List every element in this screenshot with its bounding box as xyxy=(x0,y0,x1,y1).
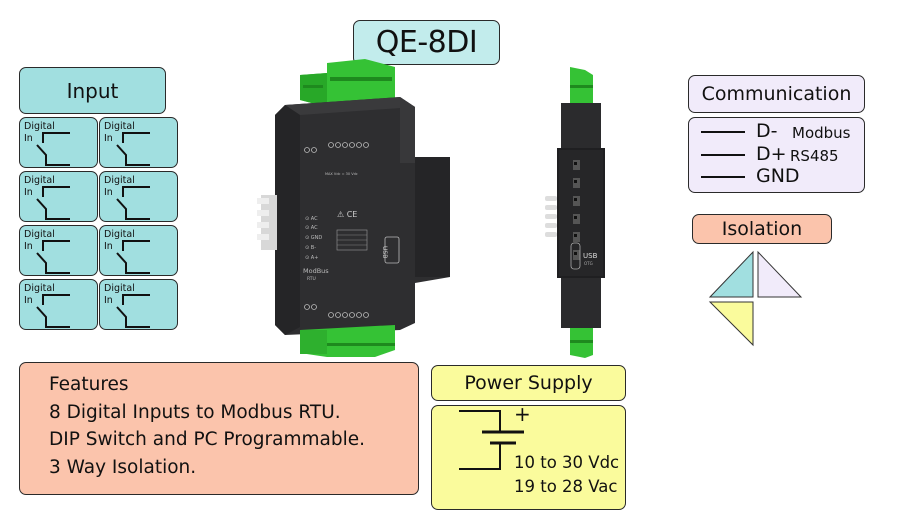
protocol-modbus: Modbus xyxy=(792,124,851,142)
device-body xyxy=(275,97,450,335)
side-top-terminal xyxy=(570,67,593,103)
wire-d-plus xyxy=(701,154,745,156)
switch-symbol-icon xyxy=(116,186,150,220)
communication-header: Communication xyxy=(688,75,865,113)
input-header: Input xyxy=(19,67,166,114)
terminal-d-plus: D+ xyxy=(756,143,787,165)
polarity-plus: + xyxy=(514,402,531,426)
terminal-d-minus: D- xyxy=(756,120,778,142)
switch-symbol-icon xyxy=(36,132,70,166)
wire-d-minus xyxy=(701,131,745,133)
features-panel: Features 8 Digital Inputs to Modbus RTU.… xyxy=(19,362,419,495)
device-front-image: ⊙ AC ⊙ AC ⊙ GND ⊙ B- ⊙ A+ ModBus RTU MAX… xyxy=(257,59,450,357)
terminal-gnd: GND xyxy=(756,165,800,187)
svg-text:⊙ B-: ⊙ B- xyxy=(305,245,316,251)
switch-symbol-icon xyxy=(36,294,70,328)
side-connector-pins xyxy=(545,196,557,237)
switch-symbol-icon xyxy=(116,132,150,166)
device-side-image: USB OTG xyxy=(545,67,605,358)
features-header: Features xyxy=(49,374,129,395)
power-supply-header: Power Supply xyxy=(431,365,626,401)
power-supply-panel: + 10 to 30 Vdc 19 to 28 Vac xyxy=(431,402,626,510)
bottom-terminal-block xyxy=(300,325,395,357)
protocol-rs485: RS485 xyxy=(790,147,839,165)
svg-text:⊙ AC: ⊙ AC xyxy=(305,225,318,231)
svg-text:RTU: RTU xyxy=(307,276,316,282)
terminal-label-ac: ⊙ AC xyxy=(305,216,318,222)
digital-input-channel: Digital In xyxy=(99,225,178,276)
digital-input-channel: Digital In xyxy=(19,279,98,330)
ac-voltage-range: 19 to 28 Vac xyxy=(514,477,618,496)
feature-item: DIP Switch and PC Programmable. xyxy=(49,429,365,450)
digital-input-channel: Digital In xyxy=(19,117,98,168)
dc-voltage-range: 10 to 30 Vdc xyxy=(514,453,620,472)
feature-item: 8 Digital Inputs to Modbus RTU. xyxy=(49,401,341,423)
svg-text:OTG: OTG xyxy=(584,261,593,266)
svg-text:MAX Vdc = 30 Vdc: MAX Vdc = 30 Vdc xyxy=(325,172,358,176)
switch-symbol-icon xyxy=(116,240,150,274)
digital-input-channel: Digital In xyxy=(99,171,178,222)
svg-text:USB: USB xyxy=(381,246,388,258)
side-connector xyxy=(257,195,277,250)
digital-input-channel: Digital In xyxy=(19,225,98,276)
svg-text:USB: USB xyxy=(583,252,598,260)
feature-item: 3 Way Isolation. xyxy=(49,456,197,478)
digital-input-channel: Digital In xyxy=(99,279,178,330)
wire-gnd xyxy=(701,176,745,178)
switch-symbol-icon xyxy=(36,186,70,220)
svg-text:⊙ A+: ⊙ A+ xyxy=(305,255,318,261)
digital-input-channel: Digital In xyxy=(19,171,98,222)
digital-input-channel: Digital In xyxy=(99,117,178,168)
svg-text:⊙ GND: ⊙ GND xyxy=(305,235,322,241)
isolation-header: Isolation xyxy=(692,214,832,244)
modbus-label: ModBus xyxy=(303,267,329,275)
switch-symbol-icon xyxy=(116,294,150,328)
side-bottom-terminal xyxy=(570,328,593,358)
three-way-isolation-triangles-icon xyxy=(708,250,803,347)
switch-symbol-icon xyxy=(36,240,70,274)
communication-terminals: D- Modbus D+ RS485 GND xyxy=(688,117,865,193)
ce-mark-icon: ⚠ CE xyxy=(337,210,357,219)
